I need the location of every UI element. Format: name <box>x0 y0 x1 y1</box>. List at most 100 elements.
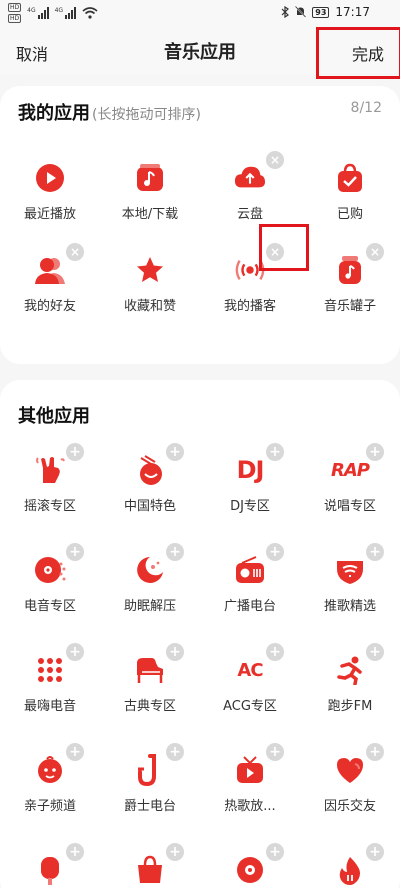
app-eye[interactable]: + <box>200 843 300 888</box>
add-app-button[interactable]: + <box>166 843 184 861</box>
remove-app-button[interactable]: × <box>266 151 284 169</box>
clock: 17:17 <box>335 5 370 19</box>
star-icon <box>134 254 166 286</box>
app-my-podcast[interactable]: 我的播客 × <box>200 243 300 330</box>
add-app-button[interactable]: + <box>366 743 384 761</box>
heart-chat-icon <box>334 754 366 786</box>
add-app-button[interactable]: + <box>166 643 184 661</box>
app-my-friends[interactable]: 我的好友 × <box>0 243 100 330</box>
app-hype-electronic[interactable]: 最嗨电音 + <box>0 643 100 730</box>
add-app-button[interactable]: + <box>266 843 284 861</box>
signal-icon: 4G <box>55 7 77 19</box>
mute-bell-icon <box>295 6 307 18</box>
app-electronic[interactable]: 电音专区 + <box>0 543 100 630</box>
add-app-button[interactable]: + <box>366 843 384 861</box>
add-app-button[interactable]: + <box>266 643 284 661</box>
app-label: 亲子频道 <box>23 799 76 814</box>
app-dj[interactable]: DJ DJ专区 + <box>200 443 300 530</box>
rock-hand-icon <box>34 454 66 486</box>
add-app-button[interactable]: + <box>266 743 284 761</box>
other-apps-title: 其他应用 <box>18 406 90 427</box>
hd-label: HD <box>8 3 22 12</box>
add-app-button[interactable]: + <box>166 543 184 561</box>
app-classical[interactable]: 古典专区 + <box>100 643 200 730</box>
app-label: 最嗨电音 <box>23 699 76 714</box>
app-hot-songs[interactable]: 热歌放... + <box>200 743 300 830</box>
radio-icon <box>234 554 266 586</box>
remove-app-button[interactable]: × <box>366 243 384 261</box>
add-app-button[interactable]: + <box>66 443 84 461</box>
app-label: 摇滚专区 <box>23 499 76 514</box>
moon-icon <box>134 554 166 586</box>
app-label: ACG专区 <box>223 699 277 714</box>
app-favorites-likes[interactable]: 收藏和赞 <box>100 246 200 330</box>
app-bag[interactable]: + <box>100 843 200 888</box>
dj-icon: DJ <box>236 456 265 484</box>
add-app-button[interactable]: + <box>266 443 284 461</box>
remove-app-button[interactable]: × <box>266 243 284 261</box>
app-running-fm[interactable]: 跑步FM + <box>300 643 400 730</box>
rap-icon: RAP <box>331 459 370 481</box>
app-label: 热歌放... <box>224 799 276 814</box>
add-app-button[interactable]: + <box>366 443 384 461</box>
add-app-button[interactable]: + <box>366 643 384 661</box>
add-app-button[interactable]: + <box>166 443 184 461</box>
app-local-download[interactable]: 本地/下载 <box>100 154 200 238</box>
app-rock[interactable]: 摇滚专区 + <box>0 443 100 530</box>
app-popsicle[interactable]: + <box>0 843 100 888</box>
app-music-friends[interactable]: 因乐交友 + <box>300 743 400 830</box>
add-app-button[interactable]: + <box>66 843 84 861</box>
app-label: 因乐交友 <box>323 799 376 814</box>
add-app-button[interactable]: + <box>66 543 84 561</box>
dots-grid-icon <box>34 654 66 686</box>
acg-icon: AC <box>237 659 263 681</box>
app-label: 云盘 <box>236 207 263 222</box>
app-radio[interactable]: 广播电台 + <box>200 543 300 630</box>
chinese-drum-icon <box>134 454 166 486</box>
app-acg[interactable]: AC ACG专区 + <box>200 643 300 730</box>
app-rap[interactable]: RAP 说唱专区 + <box>300 443 400 530</box>
add-app-button[interactable]: + <box>66 743 84 761</box>
my-apps-title: 我的应用 (长按拖动可排序) <box>18 99 201 125</box>
app-label: DJ专区 <box>230 499 270 514</box>
piano-icon <box>134 654 166 686</box>
app-sleep-relax[interactable]: 助眠解压 + <box>100 543 200 630</box>
add-app-button[interactable]: + <box>266 543 284 561</box>
kid-face-icon <box>34 754 66 786</box>
app-chinese-style[interactable]: 中国特色 + <box>100 443 200 530</box>
app-label: 已购 <box>336 207 363 222</box>
app-label: 爵士电台 <box>123 799 176 814</box>
cloud-upload-icon <box>234 162 266 194</box>
app-music-jar[interactable]: 音乐罐子 × <box>300 243 400 330</box>
my-apps-hint: (长按拖动可排序) <box>92 107 201 123</box>
app-parent-child[interactable]: 亲子频道 + <box>0 743 100 830</box>
app-purchased[interactable]: 已购 <box>300 154 400 238</box>
app-label: 助眠解压 <box>123 599 176 614</box>
add-app-button[interactable]: + <box>66 643 84 661</box>
app-label: 我的播客 <box>223 299 276 314</box>
app-jazz-radio[interactable]: 爵士电台 + <box>100 743 200 830</box>
hd-indicator: HD HD <box>8 3 22 23</box>
app-label: 说唱专区 <box>323 499 376 514</box>
cancel-button[interactable]: 取消 <box>16 41 48 65</box>
app-cloud-disk[interactable]: 云盘 × <box>200 151 300 238</box>
app-label: 音乐罐子 <box>323 299 376 314</box>
signal-icon: 4G <box>27 7 49 19</box>
add-app-button[interactable]: + <box>166 743 184 761</box>
friends-icon <box>34 254 66 286</box>
app-fire[interactable]: + <box>300 843 400 888</box>
remove-app-button[interactable]: × <box>66 243 84 261</box>
hd-label: HD <box>8 14 22 23</box>
tv-icon <box>234 754 266 786</box>
add-app-button[interactable]: + <box>366 543 384 561</box>
popsicle-icon <box>34 854 66 886</box>
battery-indicator: 93 <box>312 6 330 18</box>
app-recommended[interactable]: 推歌精选 + <box>300 543 400 630</box>
recommend-icon <box>334 554 366 586</box>
my-apps-card: 我的应用 (长按拖动可排序) 8/12 最近播放 本地/下载 云盘 × 已购 我… <box>0 86 400 364</box>
app-recent-play[interactable]: 最近播放 <box>0 154 100 238</box>
app-label: 收藏和赞 <box>123 299 176 314</box>
status-right: 93 17:17 <box>281 5 370 19</box>
wifi-icon <box>82 7 98 19</box>
my-apps-title-text: 我的应用 <box>18 103 90 124</box>
